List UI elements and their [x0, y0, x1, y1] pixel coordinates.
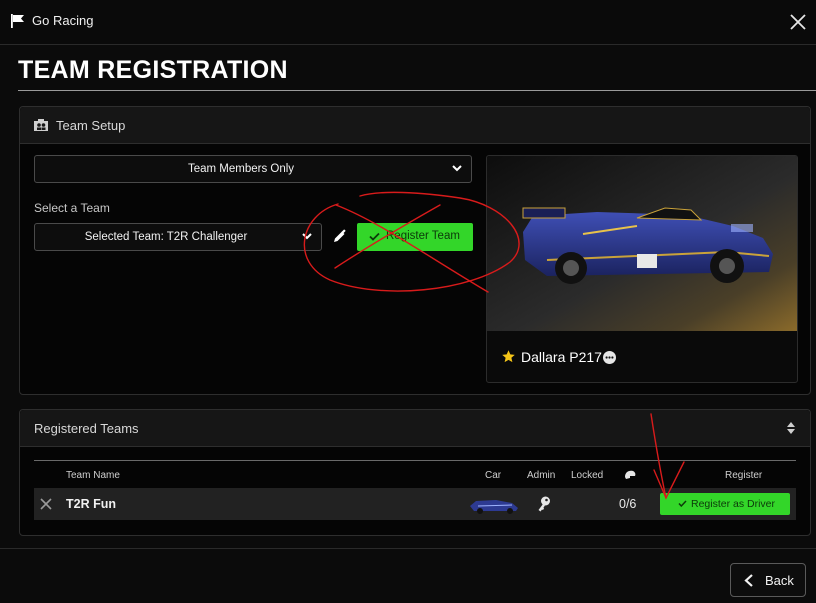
table-header: Team Name Car Admin Locked Register — [34, 460, 796, 489]
select-team-label: Select a Team — [34, 201, 110, 215]
team-setup-panel: Team Setup Team Members Only Select a Te… — [19, 106, 811, 395]
car-thumbnail — [470, 500, 518, 514]
registered-teams-panel: Registered Teams Team Name Car Admin Loc… — [19, 409, 811, 536]
col-register[interactable]: Register — [725, 470, 762, 481]
car-image — [487, 156, 797, 331]
back-button[interactable]: Back — [730, 563, 806, 597]
chevron-down-icon — [452, 165, 462, 172]
chevron-left-icon — [744, 574, 753, 587]
team-mode-value: Team Members Only — [187, 163, 295, 175]
registered-teams-header: Registered Teams — [20, 410, 810, 447]
register-team-label: Register Team — [386, 230, 460, 242]
chevron-down-icon — [302, 233, 312, 240]
star-icon — [502, 350, 515, 363]
register-team-button[interactable]: Register Team — [357, 223, 473, 251]
page-title: TEAM REGISTRATION — [18, 56, 288, 84]
title-divider — [18, 90, 816, 91]
car-card: Dallara P217 — [486, 155, 798, 383]
table-row: T2R Fun 0/6 Register as Driver — [34, 488, 796, 520]
helmet-icon — [625, 470, 636, 479]
back-label: Back — [765, 573, 794, 588]
flag-icon — [11, 14, 24, 28]
team-select[interactable]: Selected Team: T2R Challenger — [34, 223, 322, 251]
close-icon[interactable] — [788, 12, 808, 32]
col-admin[interactable]: Admin — [527, 470, 555, 481]
team-setup-title: Team Setup — [56, 118, 126, 133]
team-setup-header: Team Setup — [20, 107, 810, 144]
driver-count: 0/6 — [619, 497, 637, 511]
check-icon — [369, 232, 380, 241]
register-as-driver-button[interactable]: Register as Driver — [660, 493, 790, 515]
footer-divider — [0, 548, 816, 549]
col-team-name[interactable]: Team Name — [66, 470, 120, 481]
col-car[interactable]: Car — [485, 470, 501, 481]
close-icon[interactable] — [40, 498, 52, 510]
register-as-driver-label: Register as Driver — [691, 498, 776, 510]
car-name: Dallara P217 — [521, 349, 602, 365]
team-mode-select[interactable]: Team Members Only — [34, 155, 472, 183]
title-bar: Go Racing — [0, 0, 816, 45]
key-icon — [538, 496, 550, 512]
team-name: T2R Fun — [66, 497, 116, 511]
team-select-value: Selected Team: T2R Challenger — [84, 231, 248, 243]
edit-team-button[interactable] — [328, 223, 350, 251]
registered-teams-title: Registered Teams — [34, 421, 139, 436]
app-title: Go Racing — [32, 13, 94, 28]
info-icon[interactable] — [603, 351, 616, 364]
team-setup-icon — [34, 119, 48, 131]
sort-icon[interactable] — [786, 422, 796, 434]
col-locked[interactable]: Locked — [571, 470, 603, 481]
check-icon — [678, 500, 687, 507]
